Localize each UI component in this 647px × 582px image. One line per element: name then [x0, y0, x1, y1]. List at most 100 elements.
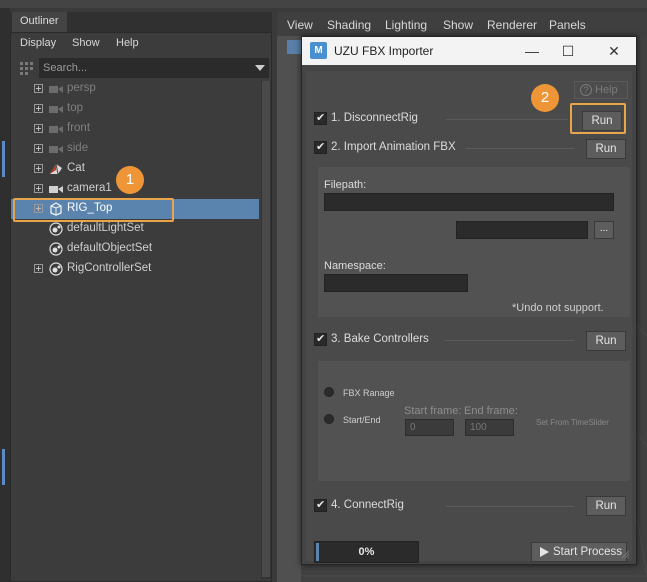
- start-process-button[interactable]: Start Process: [531, 542, 627, 562]
- bake-controllers-run-button[interactable]: Run: [586, 331, 626, 351]
- menu-show[interactable]: Show: [443, 18, 473, 32]
- menu-display[interactable]: Display: [20, 37, 56, 49]
- close-icon[interactable]: ✕: [602, 41, 626, 61]
- browse-button[interactable]: ...: [594, 221, 614, 239]
- mesh-icon: [50, 163, 62, 175]
- expand-icon[interactable]: [34, 124, 43, 133]
- start-frame-label: Start frame:: [404, 405, 462, 417]
- left-toolbar-edge: [0, 8, 10, 582]
- step-label: 2. Import Animation FBX: [331, 141, 456, 153]
- help-label: Help: [595, 84, 618, 96]
- divider: [446, 119, 568, 120]
- set-from-timeslider-button[interactable]: Set From TimeSlider: [536, 418, 609, 427]
- maximize-icon[interactable]: ☐: [556, 41, 580, 61]
- step-label: 1. DisconnectRig: [331, 112, 418, 124]
- tree-item-label: Cat: [67, 162, 85, 174]
- tree-item-label: persp: [67, 82, 96, 94]
- progress-text: 0%: [358, 546, 375, 558]
- end-frame-field[interactable]: 100: [465, 419, 514, 436]
- disconnect-rig-checkbox[interactable]: [314, 111, 327, 125]
- outliner-scrollbar[interactable]: [261, 81, 271, 579]
- start-frame-field[interactable]: 0: [405, 419, 454, 436]
- tree-item-label: defaultLightSet: [67, 222, 144, 234]
- set-icon: [49, 262, 63, 276]
- expand-icon[interactable]: [34, 184, 43, 193]
- select-tool-icon[interactable]: [287, 40, 301, 54]
- tree-item-label: front: [67, 122, 91, 134]
- scrollbar-thumb[interactable]: [262, 81, 270, 577]
- expand-icon[interactable]: [34, 164, 43, 173]
- import-fbx-checkbox[interactable]: [314, 140, 327, 154]
- menu-panels[interactable]: Panels: [549, 18, 586, 32]
- step-bake-controllers: 3. Bake Controllers: [306, 329, 632, 351]
- menu-view[interactable]: View: [287, 18, 313, 32]
- minimize-icon[interactable]: —: [520, 41, 544, 61]
- divider: [444, 340, 574, 341]
- toolbar-indicator: [2, 449, 5, 485]
- namespace-field[interactable]: [324, 274, 468, 292]
- menu-show[interactable]: Show: [72, 37, 100, 49]
- search-filter-icon[interactable]: [15, 58, 39, 78]
- dialog-titlebar[interactable]: M UZU FBX Importer — ☐ ✕: [302, 37, 636, 65]
- chevron-down-icon[interactable]: [255, 65, 265, 71]
- camera-icon: [49, 146, 63, 153]
- step-badge-1: 1: [116, 166, 144, 194]
- tree-item-rigcontrollerset[interactable]: RigControllerSet: [11, 259, 257, 279]
- dialog-body: ? Help 1. DisconnectRig Run 2. Import An…: [306, 71, 632, 563]
- import-fbx-run-button[interactable]: Run: [586, 139, 626, 159]
- expand-icon[interactable]: [34, 264, 43, 273]
- camera-icon: [49, 86, 63, 93]
- step-label: 4. ConnectRig: [331, 499, 404, 511]
- menu-help[interactable]: Help: [116, 37, 139, 49]
- camera-icon: [49, 106, 63, 113]
- fbx-range-radio[interactable]: [324, 387, 334, 397]
- tree-item-front[interactable]: front: [11, 119, 257, 139]
- tree-item-top[interactable]: top: [11, 99, 257, 119]
- tree-item-defaultobjectset[interactable]: defaultObjectSet: [11, 239, 257, 259]
- start-process-label: Start Process: [553, 546, 623, 558]
- expand-icon[interactable]: [34, 84, 43, 93]
- camera-icon: [49, 186, 63, 193]
- set-icon: [49, 242, 63, 256]
- toolbar-indicator: [2, 141, 5, 177]
- filepath-secondary-field[interactable]: [456, 221, 588, 239]
- resize-grip-icon[interactable]: [620, 549, 630, 559]
- progress-bar: 0%: [314, 541, 419, 563]
- outliner-panel: Display Show Help Search... persp top fr…: [10, 32, 272, 582]
- tree-item-label: top: [67, 102, 83, 114]
- set-icon: [49, 222, 63, 236]
- tree-item-persp[interactable]: persp: [11, 79, 257, 99]
- import-fbx-group: Filepath: ... Namespace: *Undo not suppo…: [318, 167, 630, 317]
- divider: [446, 506, 574, 507]
- tree-item-defaultlightset[interactable]: defaultLightSet: [11, 219, 257, 239]
- tree-item-label: defaultObjectSet: [67, 242, 153, 254]
- rig-top-highlight: [13, 198, 174, 222]
- bake-controllers-checkbox[interactable]: [314, 332, 327, 346]
- dialog-title: UZU FBX Importer: [334, 44, 434, 58]
- help-button[interactable]: ? Help: [574, 81, 628, 99]
- connect-rig-run-button[interactable]: Run: [586, 496, 626, 516]
- end-frame-label: End frame:: [464, 405, 518, 417]
- tree-item-side[interactable]: side: [11, 139, 257, 159]
- expand-icon[interactable]: [34, 104, 43, 113]
- tree-item-label: RigControllerSet: [67, 262, 152, 274]
- filepath-field[interactable]: [324, 193, 614, 211]
- step-connect-rig: 4. ConnectRig: [306, 495, 632, 517]
- start-end-radio[interactable]: [324, 414, 334, 424]
- camera-icon: [49, 126, 63, 133]
- top-strip: [0, 0, 647, 8]
- step-import-fbx: 2. Import Animation FBX: [306, 137, 632, 159]
- menu-shading[interactable]: Shading: [327, 18, 371, 32]
- menu-lighting[interactable]: Lighting: [385, 18, 427, 32]
- outliner-menubar: Display Show Help: [11, 33, 271, 55]
- menu-renderer[interactable]: Renderer: [487, 18, 537, 32]
- expand-icon[interactable]: [34, 144, 43, 153]
- tree-item-label: side: [67, 142, 89, 154]
- search-input[interactable]: Search...: [41, 60, 241, 76]
- undo-note: *Undo not support.: [512, 302, 604, 314]
- question-icon: ?: [580, 84, 592, 96]
- tab-outliner[interactable]: Outliner: [12, 12, 67, 32]
- play-icon: [540, 547, 549, 557]
- tree-item-label: camera1: [67, 182, 112, 194]
- connect-rig-checkbox[interactable]: [314, 498, 327, 512]
